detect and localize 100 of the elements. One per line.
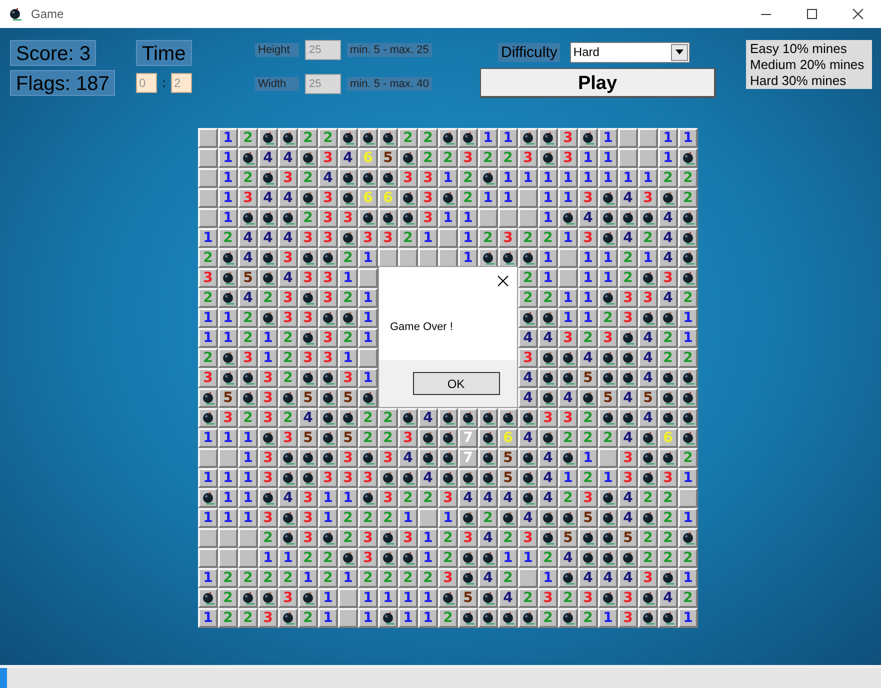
number-cell[interactable]: 1 (398, 508, 418, 528)
number-cell[interactable]: 4 (318, 168, 338, 188)
number-cell[interactable]: 2 (218, 588, 238, 608)
mine-cell[interactable] (478, 428, 498, 448)
number-cell[interactable]: 4 (638, 408, 658, 428)
mine-cell[interactable] (618, 208, 638, 228)
mine-cell[interactable] (438, 468, 458, 488)
mine-cell[interactable] (678, 228, 698, 248)
number-cell[interactable]: 2 (518, 228, 538, 248)
number-cell[interactable]: 3 (538, 408, 558, 428)
number-cell[interactable]: 5 (378, 148, 398, 168)
mine-cell[interactable] (418, 448, 438, 468)
mine-cell[interactable] (558, 608, 578, 628)
mine-cell[interactable] (238, 148, 258, 168)
number-cell[interactable]: 2 (358, 508, 378, 528)
number-cell[interactable]: 1 (578, 268, 598, 288)
mine-cell[interactable] (678, 388, 698, 408)
number-cell[interactable]: 3 (218, 408, 238, 428)
number-cell[interactable]: 2 (538, 228, 558, 248)
number-cell[interactable]: 2 (418, 148, 438, 168)
number-cell[interactable]: 2 (518, 268, 538, 288)
mine-cell[interactable] (518, 248, 538, 268)
mine-cell[interactable] (218, 268, 238, 288)
number-cell[interactable]: 1 (218, 508, 238, 528)
mine-cell[interactable] (518, 408, 538, 428)
number-cell[interactable]: 2 (558, 488, 578, 508)
number-cell[interactable]: 4 (658, 228, 678, 248)
number-cell[interactable]: 4 (298, 408, 318, 428)
number-cell[interactable]: 2 (438, 548, 458, 568)
number-cell[interactable]: 1 (238, 488, 258, 508)
number-cell[interactable]: 1 (258, 548, 278, 568)
mine-cell[interactable] (678, 208, 698, 228)
number-cell[interactable]: 7 (458, 428, 478, 448)
mine-cell[interactable] (378, 548, 398, 568)
number-cell[interactable]: 3 (518, 528, 538, 548)
number-cell[interactable]: 5 (238, 268, 258, 288)
number-cell[interactable]: 3 (278, 428, 298, 448)
number-cell[interactable]: 2 (538, 288, 558, 308)
number-cell[interactable]: 1 (498, 548, 518, 568)
number-cell[interactable]: 1 (358, 288, 378, 308)
number-cell[interactable]: 2 (518, 288, 538, 308)
number-cell[interactable]: 2 (638, 528, 658, 548)
mine-cell[interactable] (378, 128, 398, 148)
number-cell[interactable]: 1 (218, 148, 238, 168)
number-cell[interactable]: 4 (518, 328, 538, 348)
mine-cell[interactable] (318, 248, 338, 268)
number-cell[interactable]: 1 (538, 208, 558, 228)
mine-cell[interactable] (258, 248, 278, 268)
mine-cell[interactable] (278, 468, 298, 488)
number-cell[interactable]: 5 (498, 448, 518, 468)
number-cell[interactable]: 4 (538, 448, 558, 468)
number-cell[interactable]: 2 (478, 228, 498, 248)
mine-cell[interactable] (438, 588, 458, 608)
number-cell[interactable]: 1 (578, 148, 598, 168)
mine-cell[interactable] (458, 568, 478, 588)
mine-cell[interactable] (638, 468, 658, 488)
number-cell[interactable]: 1 (198, 428, 218, 448)
number-cell[interactable]: 4 (458, 488, 478, 508)
number-cell[interactable]: 1 (578, 248, 598, 268)
mine-cell[interactable] (378, 168, 398, 188)
mine-cell[interactable] (298, 148, 318, 168)
number-cell[interactable]: 1 (618, 168, 638, 188)
number-cell[interactable]: 3 (578, 188, 598, 208)
mine-cell[interactable] (638, 588, 658, 608)
number-cell[interactable]: 2 (318, 548, 338, 568)
number-cell[interactable]: 2 (658, 488, 678, 508)
number-cell[interactable]: 2 (298, 168, 318, 188)
number-cell[interactable]: 5 (578, 368, 598, 388)
mine-cell[interactable] (438, 188, 458, 208)
number-cell[interactable]: 4 (278, 148, 298, 168)
number-cell[interactable]: 2 (658, 528, 678, 548)
number-cell[interactable]: 4 (238, 228, 258, 248)
mine-cell[interactable] (318, 388, 338, 408)
number-cell[interactable]: 3 (238, 188, 258, 208)
mine-cell[interactable] (538, 128, 558, 148)
number-cell[interactable]: 3 (638, 288, 658, 308)
mine-cell[interactable] (658, 608, 678, 628)
number-cell[interactable]: 6 (358, 148, 378, 168)
mine-cell[interactable] (358, 388, 378, 408)
mine-cell[interactable] (498, 248, 518, 268)
number-cell[interactable]: 1 (558, 308, 578, 328)
number-cell[interactable]: 4 (418, 468, 438, 488)
number-cell[interactable]: 1 (558, 468, 578, 488)
number-cell[interactable]: 2 (378, 568, 398, 588)
number-cell[interactable]: 2 (338, 508, 358, 528)
mine-cell[interactable] (258, 428, 278, 448)
number-cell[interactable]: 3 (318, 208, 338, 228)
mine-cell[interactable] (338, 308, 358, 328)
number-cell[interactable]: 1 (498, 168, 518, 188)
number-cell[interactable]: 1 (678, 308, 698, 328)
number-cell[interactable]: 4 (638, 368, 658, 388)
mine-cell[interactable] (278, 608, 298, 628)
number-cell[interactable]: 3 (458, 148, 478, 168)
number-cell[interactable]: 2 (638, 548, 658, 568)
number-cell[interactable]: 5 (578, 508, 598, 528)
number-cell[interactable]: 3 (558, 148, 578, 168)
number-cell[interactable]: 2 (438, 608, 458, 628)
mine-cell[interactable] (338, 548, 358, 568)
number-cell[interactable]: 3 (358, 528, 378, 548)
mine-cell[interactable] (298, 248, 318, 268)
